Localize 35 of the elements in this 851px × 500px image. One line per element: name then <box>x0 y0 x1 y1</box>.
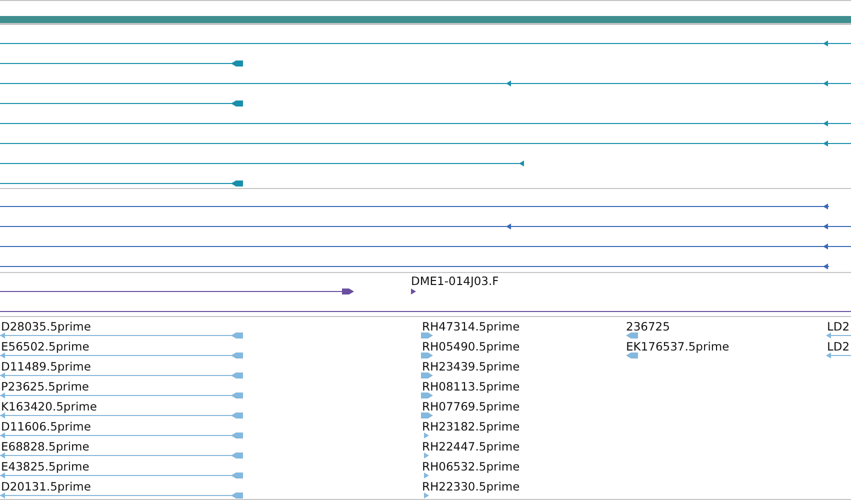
feature-label: RH22447.5prime <box>422 440 520 454</box>
feature-label: D11489.5prime <box>1 360 91 374</box>
feature-label: P23625.5prime <box>1 380 89 394</box>
feature-marker <box>424 432 429 438</box>
feature-label: 236725 <box>626 320 670 334</box>
feature-label: EK176537.5prime <box>626 340 730 354</box>
feature-marker <box>424 492 429 498</box>
feature-marker <box>626 352 638 358</box>
feature-marker <box>421 332 433 338</box>
feature-label: RH22330.5prime <box>422 480 520 494</box>
feature-label: LD2 <box>827 340 850 354</box>
feature-label: DME1-014J03.F <box>411 274 499 288</box>
feature-marker <box>424 452 429 458</box>
feature-label: E68828.5prime <box>1 440 90 454</box>
feature-label: D11606.5prime <box>1 420 91 434</box>
feature-label: K163420.5prime <box>1 400 97 414</box>
feature-label: LD2 <box>827 320 850 334</box>
feature-label: RH23182.5prime <box>422 420 520 434</box>
feature-marker <box>421 412 433 418</box>
feature-label: RH47314.5prime <box>422 320 520 334</box>
feature-marker <box>411 288 416 294</box>
feature-label: E43825.5prime <box>1 460 90 474</box>
feature-marker <box>421 372 433 378</box>
feature-label: RH08113.5prime <box>422 380 520 394</box>
feature-label: D28035.5prime <box>1 320 91 334</box>
feature-label: RH05490.5prime <box>422 340 520 354</box>
feature-label: E56502.5prime <box>1 340 90 354</box>
feature-marker <box>424 472 429 478</box>
feature-marker <box>626 332 638 338</box>
feature-label: RH06532.5prime <box>422 460 520 474</box>
feature-label: D20131.5prime <box>1 480 91 494</box>
feature-marker <box>421 392 433 398</box>
feature-marker <box>421 352 433 358</box>
feature-label: RH07769.5prime <box>422 400 520 414</box>
feature-label: RH23439.5prime <box>422 360 520 374</box>
